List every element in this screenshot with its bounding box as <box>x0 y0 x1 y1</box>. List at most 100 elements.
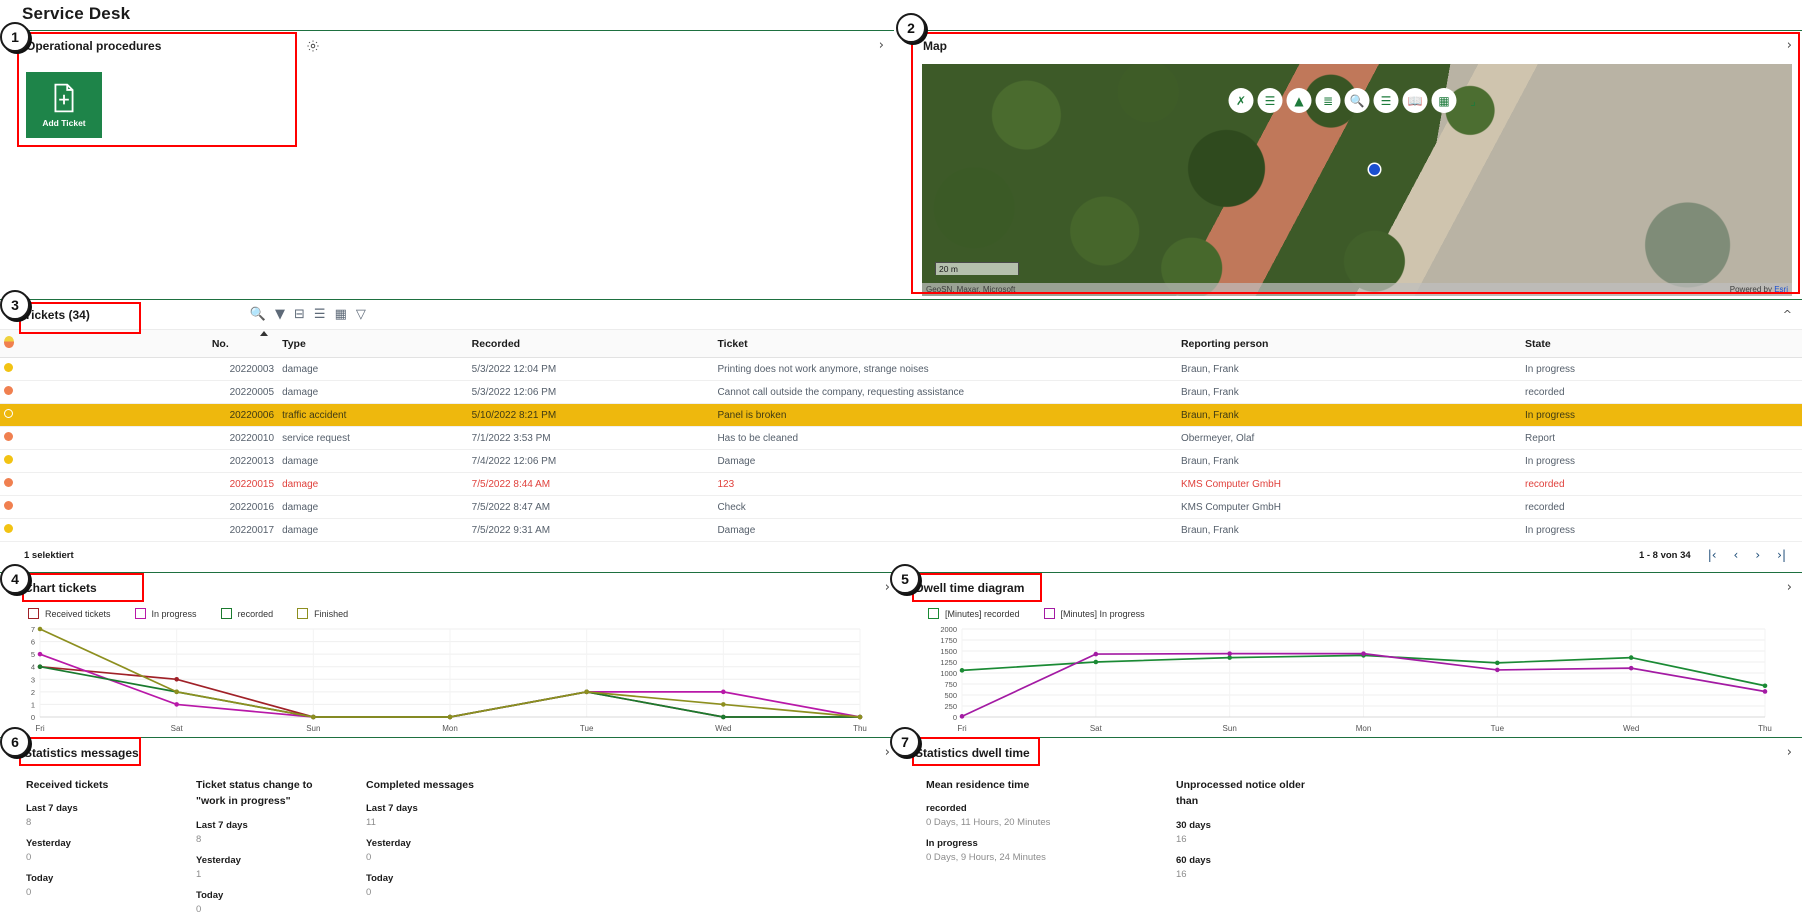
pagination-next-button[interactable]: › <box>1755 548 1760 562</box>
tickets-table-header-row: No. Type Recorded Ticket Reporting perso… <box>0 330 1802 358</box>
row-blank-cell <box>67 519 207 542</box>
table-row[interactable]: 20220013damage7/4/2022 12:06 PMDamageBra… <box>0 450 1802 473</box>
legend-item[interactable]: [Minutes] recorded <box>928 608 1020 619</box>
preview-icon[interactable]: 🔍 <box>250 308 266 321</box>
legend-icon[interactable]: ≣ <box>1316 88 1341 113</box>
pagination-prev-button[interactable]: ‹ <box>1734 548 1739 562</box>
row-ticket: Panel is broken <box>713 404 1176 427</box>
statistics-messages-expand-icon[interactable]: › <box>885 746 890 759</box>
statistics-column: Unprocessed notice older than30 days1660… <box>1176 777 1426 880</box>
type-column-header[interactable]: Type <box>278 330 468 358</box>
funnel-icon[interactable]: ▽ <box>356 308 366 321</box>
list-icon[interactable]: ☰ <box>1374 88 1399 113</box>
row-ticket: Check <box>713 496 1176 519</box>
no-column-header[interactable]: No. <box>208 330 278 358</box>
svg-text:0: 0 <box>953 713 957 722</box>
dwell-time-expand-icon[interactable]: › <box>1787 581 1792 594</box>
table-row[interactable]: 20220015damage7/5/2022 8:44 AM123KMS Com… <box>0 473 1802 496</box>
ruler-icon[interactable]: ⌟ <box>1461 88 1486 113</box>
reporting-person-column-header[interactable]: Reporting person <box>1177 330 1521 358</box>
legend-label: Finished <box>314 609 348 619</box>
map-location-marker[interactable] <box>1369 164 1380 175</box>
statistics-messages-title: Statistics messages <box>24 746 139 760</box>
row-status-icon <box>0 358 67 381</box>
table-row[interactable]: 20220010service request7/1/2022 3:53 PMH… <box>0 427 1802 450</box>
dwell-time-title: Dwell time diagram <box>915 581 1024 595</box>
table-row[interactable]: 20220006traffic accident5/10/2022 8:21 P… <box>0 404 1802 427</box>
chart-tickets-panel: Chart tickets › Received tickets In progr… <box>0 572 900 741</box>
chart-tickets-title: Chart tickets <box>24 581 97 595</box>
operational-procedures-expand-icon[interactable]: › <box>879 39 884 52</box>
svg-text:1500: 1500 <box>940 647 957 656</box>
row-type: damage <box>278 450 468 473</box>
pagination-first-button[interactable]: |‹ <box>1708 548 1717 562</box>
bookmark-icon[interactable]: 📖 <box>1403 88 1428 113</box>
svg-text:Tue: Tue <box>1491 724 1505 733</box>
svg-text:Mon: Mon <box>442 724 458 733</box>
row-type: damage <box>278 519 468 542</box>
row-ticket: 123 <box>713 473 1176 496</box>
filter-search-icon[interactable]: ▼ <box>275 308 285 321</box>
state-column-header[interactable]: State <box>1521 330 1802 358</box>
legend-item[interactable]: In progress <box>135 608 197 619</box>
operational-procedures-header: Operational procedures › <box>14 30 894 60</box>
row-reporting-person: Braun, Frank <box>1177 404 1521 427</box>
map-canvas[interactable]: ✗ ☰ ▲ ≣ 🔍 ☰ 📖 ▦ ⌟ 20 m GeoSN, Maxar, Mic… <box>922 64 1792 296</box>
svg-text:750: 750 <box>944 680 957 689</box>
statistics-item-label: Today <box>196 890 366 901</box>
row-recorded: 7/4/2022 12:06 PM <box>468 450 714 473</box>
statistics-item-label: Today <box>26 873 196 884</box>
map-scale-bar: 20 m <box>935 262 1019 275</box>
table-row[interactable]: 20220017damage7/5/2022 9:31 AMDamageBrau… <box>0 519 1802 542</box>
row-type: damage <box>278 473 468 496</box>
legend-item[interactable]: Received tickets <box>28 608 111 619</box>
recorded-column-header[interactable]: Recorded <box>468 330 714 358</box>
pagination-last-button[interactable]: ›| <box>1777 548 1786 562</box>
print-icon[interactable]: ▦ <box>1432 88 1457 113</box>
column-filter-icon[interactable]: ⊟ <box>294 308 305 321</box>
row-status-icon <box>0 450 67 473</box>
svg-text:Mon: Mon <box>1356 724 1372 733</box>
statistics-dwell-time-expand-icon[interactable]: › <box>1787 746 1792 759</box>
blank-column-header[interactable] <box>67 330 207 358</box>
legend-item[interactable]: Finished <box>297 608 348 619</box>
svg-text:7: 7 <box>31 625 35 634</box>
table-row[interactable]: 20220016damage7/5/2022 8:47 AMCheckKMS C… <box>0 496 1802 519</box>
rows-icon[interactable]: ☰ <box>314 308 326 321</box>
statistics-item-label: Yesterday <box>196 855 366 866</box>
row-recorded: 7/1/2022 3:53 PM <box>468 427 714 450</box>
add-ticket-tile[interactable]: Add Ticket <box>26 72 102 138</box>
status-column-header[interactable] <box>0 330 67 358</box>
basemap-icon[interactable]: ▲ <box>1287 88 1312 113</box>
svg-text:1750: 1750 <box>940 636 957 645</box>
layers-icon[interactable]: ☰ <box>1258 88 1283 113</box>
row-reporting-person: Braun, Frank <box>1177 450 1521 473</box>
statistics-column-title: Mean residence time <box>926 777 1066 793</box>
row-status-icon <box>0 381 67 404</box>
row-type: damage <box>278 358 468 381</box>
legend-item[interactable]: [Minutes] In progress <box>1044 608 1145 619</box>
statistics-column: Completed messagesLast 7 days11Yesterday… <box>366 777 536 915</box>
row-status-icon <box>0 519 67 542</box>
columns-config-icon[interactable]: ▦ <box>335 308 347 321</box>
map-expand-icon[interactable]: › <box>1787 39 1792 52</box>
search-icon[interactable]: 🔍 <box>1345 88 1370 113</box>
row-state: In progress <box>1521 519 1802 542</box>
table-row[interactable]: 20220003damage5/3/2022 12:04 PMPrinting … <box>0 358 1802 381</box>
row-blank-cell <box>67 404 207 427</box>
row-blank-cell <box>67 427 207 450</box>
gear-icon[interactable] <box>306 39 320 53</box>
tickets-collapse-icon[interactable]: ^ <box>1783 309 1792 320</box>
tickets-panel: Tickets (34) 🔍 ▼ ⊟ ☰ ▦ ▽ ^ No. Type Reco… <box>0 299 1802 562</box>
legend-swatch <box>1044 608 1055 619</box>
chart-tickets-expand-icon[interactable]: › <box>885 581 890 594</box>
tickets-title: Tickets (34) <box>24 308 90 322</box>
table-row[interactable]: 20220005damage5/3/2022 12:06 PMCannot ca… <box>0 381 1802 404</box>
legend-item[interactable]: recorded <box>221 608 274 619</box>
legend-swatch <box>297 608 308 619</box>
row-no: 20220005 <box>208 381 278 404</box>
row-blank-cell <box>67 450 207 473</box>
measure-icon[interactable]: ✗ <box>1229 88 1254 113</box>
ticket-column-header[interactable]: Ticket <box>713 330 1176 358</box>
statistics-item-label: Last 7 days <box>26 803 196 814</box>
